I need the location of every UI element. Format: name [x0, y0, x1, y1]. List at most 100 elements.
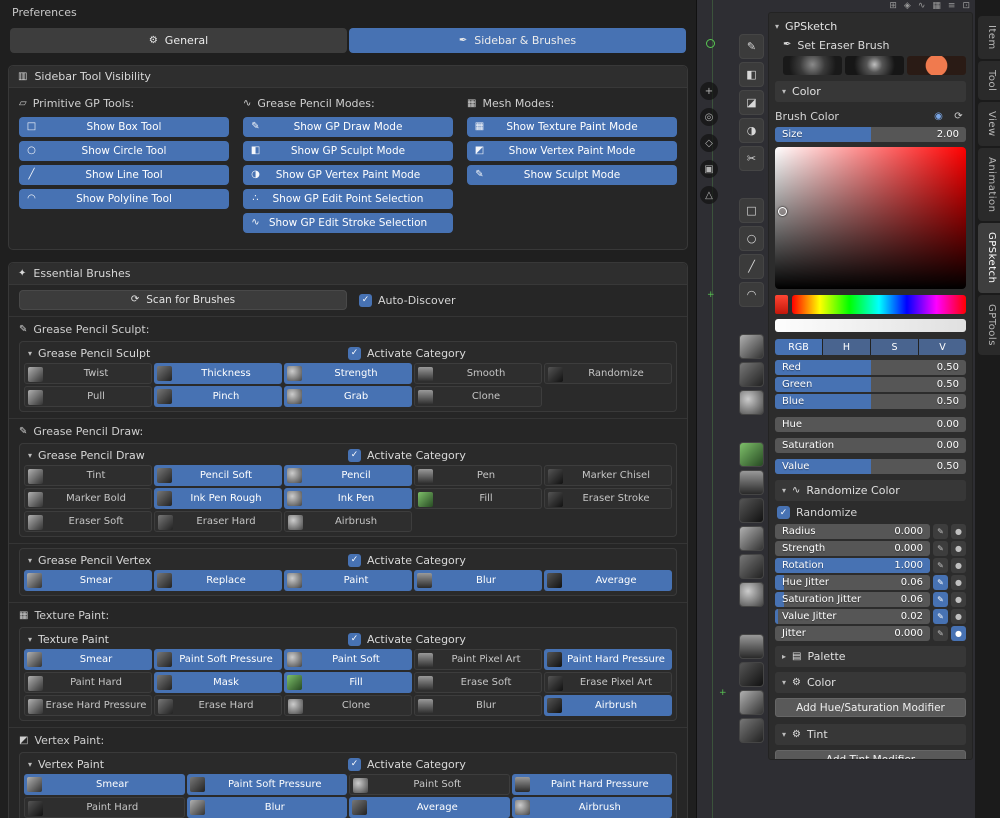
brush-clone[interactable]: Clone: [414, 386, 542, 407]
brush-paint-hard-pressure[interactable]: Paint Hard Pressure: [511, 774, 672, 795]
eraser-stroke-preview[interactable]: [907, 56, 966, 75]
brush-eraser-hard[interactable]: Eraser Hard: [154, 511, 282, 532]
value-jitter-slider[interactable]: Value Jitter 0.02: [775, 609, 930, 624]
red-slider[interactable]: Red 0.50: [775, 360, 966, 375]
show-polyline-tool-button[interactable]: ◠ Show Polyline Tool: [19, 189, 229, 209]
perspective-icon[interactable]: △: [700, 186, 718, 204]
brush-blur[interactable]: Blur: [414, 695, 542, 716]
brush-smear[interactable]: Smear: [24, 774, 185, 795]
brush-eraser-stroke[interactable]: Eraser Stroke: [544, 488, 672, 509]
eraser-hard-preview[interactable]: [845, 56, 904, 75]
brush-fill[interactable]: Fill: [414, 488, 542, 509]
brush-preview-thumbnail[interactable]: [739, 470, 764, 495]
brush-preview-thumbnail[interactable]: [739, 554, 764, 579]
color-modifier-section-header[interactable]: ▾ ⚙ Color: [775, 672, 966, 693]
brush-preview-thumbnail[interactable]: [739, 362, 764, 387]
brush-paint-soft[interactable]: Paint Soft: [349, 774, 510, 795]
value-slider[interactable]: Value 0.50: [775, 459, 966, 474]
brush-preview-thumbnail[interactable]: [739, 662, 764, 687]
color-section-header[interactable]: ▾ Color: [775, 81, 966, 102]
category-header[interactable]: ▾ Grease Pencil Vertex ✓ Activate Category: [24, 550, 672, 570]
brush-tint[interactable]: Tint: [24, 465, 152, 486]
tab-tool[interactable]: Tool: [978, 60, 1000, 101]
tab-general[interactable]: ⚙ General: [10, 28, 347, 53]
show-vertex-paint-mode-button[interactable]: ◩ Show Vertex Paint Mode: [467, 141, 677, 161]
brush-erase-pixel-art[interactable]: Erase Pixel Art: [544, 672, 672, 693]
pressure-icon[interactable]: ✎: [933, 575, 948, 590]
show-gp-edit-stroke-selection-button[interactable]: ∿ Show GP Edit Stroke Selection: [243, 213, 453, 233]
brush-grab[interactable]: Grab: [284, 386, 412, 407]
green-slider[interactable]: Green 0.50: [775, 377, 966, 392]
screen-picker-icon[interactable]: ◉: [931, 109, 946, 124]
show-gp-vertex-paint-mode-button[interactable]: ◑ Show GP Vertex Paint Mode: [243, 165, 453, 185]
pressure-icon[interactable]: ✎: [933, 558, 948, 573]
brush-preview-thumbnail[interactable]: [739, 390, 764, 415]
brush-eraser-soft[interactable]: Eraser Soft: [24, 511, 152, 532]
show-gp-edit-point-selection-button[interactable]: ∴ Show GP Edit Point Selection: [243, 189, 453, 209]
show-box-tool-button[interactable]: □ Show Box Tool: [19, 117, 229, 137]
brush-airbrush[interactable]: Airbrush: [544, 695, 672, 716]
pressure-icon[interactable]: ✎: [933, 626, 948, 641]
picker-cursor[interactable]: [778, 206, 787, 216]
panel-header[interactable]: ▾ GPSketch: [775, 16, 966, 36]
brush-blur[interactable]: Blur: [186, 797, 347, 818]
draw-tool-icon[interactable]: ✎: [739, 34, 764, 59]
brush-twist[interactable]: Twist: [24, 363, 152, 384]
add-tint-modifier-button[interactable]: Add Tint Modifier: [775, 750, 966, 759]
brush-ink-pen[interactable]: Ink Pen: [284, 488, 412, 509]
tab-gpsketch[interactable]: GPSketch: [978, 223, 1000, 293]
hue-jitter-slider[interactable]: Hue Jitter 0.06: [775, 575, 930, 590]
brush-paint-soft-pressure[interactable]: Paint Soft Pressure: [186, 774, 347, 795]
sidebar-tool-visibility-header[interactable]: ▥ Sidebar Tool Visibility: [9, 66, 687, 88]
pressure-icon[interactable]: ✎: [933, 609, 948, 624]
show-texture-paint-mode-button[interactable]: ▦ Show Texture Paint Mode: [467, 117, 677, 137]
brush-marker-bold[interactable]: Marker Bold: [24, 488, 152, 509]
fill-tool-icon[interactable]: ◧: [739, 62, 764, 87]
grid-icon[interactable]: ⊞: [889, 1, 897, 11]
decorator-icon[interactable]: ●: [951, 541, 966, 556]
brush-fill[interactable]: Fill: [284, 672, 412, 693]
pan-icon[interactable]: ◇: [700, 134, 718, 152]
brush-clone[interactable]: Clone: [284, 695, 412, 716]
brush-paint-soft-pressure[interactable]: Paint Soft Pressure: [154, 649, 282, 670]
category-header[interactable]: ▾ Grease Pencil Draw ✓ Activate Category: [24, 445, 672, 465]
rotation-slider[interactable]: Rotation 1.000: [775, 558, 930, 573]
brush-paint-hard-pressure[interactable]: Paint Hard Pressure: [544, 649, 672, 670]
brush-marker-chisel[interactable]: Marker Chisel: [544, 465, 672, 486]
decorator-icon[interactable]: ●: [951, 609, 966, 624]
mode-tab-rgb[interactable]: RGB: [775, 339, 822, 355]
brush-preview-thumbnail[interactable]: [739, 526, 764, 551]
saturation-slider[interactable]: Saturation 0.00: [775, 438, 966, 453]
mode-tab-h[interactable]: H: [823, 339, 870, 355]
blue-slider[interactable]: Blue 0.50: [775, 394, 966, 409]
box-tool-icon[interactable]: □: [739, 198, 764, 223]
activate-category-checkbox[interactable]: ✓ Activate Category: [348, 553, 466, 567]
circle-tool-icon[interactable]: ○: [739, 226, 764, 251]
zoom-icon[interactable]: ◎: [700, 108, 718, 126]
brush-mask[interactable]: Mask: [154, 672, 282, 693]
brush-average[interactable]: Average: [349, 797, 510, 818]
jitter-slider[interactable]: Jitter 0.000: [775, 626, 930, 641]
pressure-icon[interactable]: ✎: [933, 541, 948, 556]
brush-preview-thumbnail[interactable]: [739, 582, 764, 607]
tint-section-header[interactable]: ▾ ⚙ Tint: [775, 724, 966, 745]
brush-paint[interactable]: Paint: [284, 570, 412, 591]
show-gp-sculpt-mode-button[interactable]: ◧ Show GP Sculpt Mode: [243, 141, 453, 161]
brush-replace[interactable]: Replace: [154, 570, 282, 591]
decorator-icon[interactable]: ●: [951, 626, 966, 641]
camera-icon[interactable]: ▣: [700, 160, 718, 178]
brush-preview-thumbnail[interactable]: [739, 334, 764, 359]
brush-smear[interactable]: Smear: [24, 649, 152, 670]
randomize-checkbox[interactable]: ✓ Randomize: [777, 506, 966, 519]
essential-brushes-header[interactable]: ✦ Essential Brushes: [9, 263, 687, 285]
tint-tool-icon[interactable]: ◑: [739, 118, 764, 143]
mode-tab-v[interactable]: V: [919, 339, 966, 355]
hue-slider[interactable]: Hue 0.00: [775, 417, 966, 432]
brush-pen[interactable]: Pen: [414, 465, 542, 486]
value-slider[interactable]: [775, 319, 966, 332]
size-slider[interactable]: Size 2.00: [775, 127, 966, 142]
decorator-icon[interactable]: ●: [951, 524, 966, 539]
overlay-icon[interactable]: ◈: [904, 1, 911, 11]
brush-smooth[interactable]: Smooth: [414, 363, 542, 384]
axis-icon[interactable]: ∿: [918, 1, 926, 11]
